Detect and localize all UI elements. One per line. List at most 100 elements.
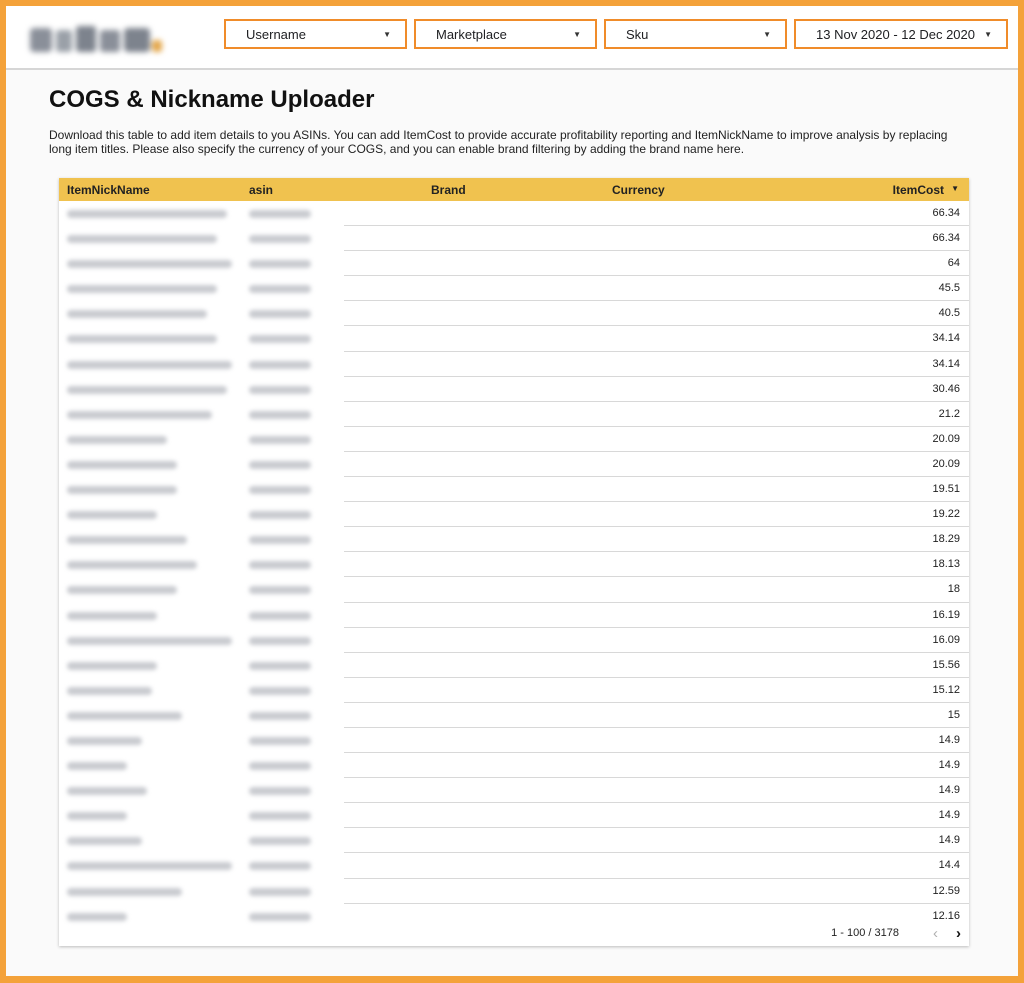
redacted-itemnickname-cell (67, 812, 127, 821)
table-row[interactable]: 20.09 (59, 427, 969, 452)
redacted-asin-cell (249, 360, 311, 369)
itemcost-cell: 16.09 (932, 633, 960, 646)
redacted-itemnickname-cell (67, 661, 157, 670)
itemcost-cell: 18.13 (932, 558, 960, 571)
table-row[interactable]: 34.14 (59, 352, 969, 377)
date-range-picker[interactable]: 13 Nov 2020 - 12 Dec 2020 ▼ (794, 19, 1008, 49)
itemcost-cell: 45.5 (938, 282, 960, 295)
table-row[interactable]: 14.9 (59, 753, 969, 779)
redacted-itemnickname-cell (67, 762, 127, 771)
table-row[interactable]: 14.9 (59, 803, 969, 829)
redacted-asin-cell (249, 285, 311, 294)
column-header-itemnickname[interactable]: ItemNickName (67, 183, 150, 197)
table-row[interactable]: 16.09 (59, 628, 969, 653)
dashboard-frame: Username ▼ Marketplace ▼ Sku ▼ 13 Nov 20… (6, 6, 1018, 976)
column-header-itemcost[interactable]: ItemCost (893, 183, 944, 197)
redacted-asin-cell (249, 711, 311, 720)
table-row[interactable]: 15 (59, 703, 969, 728)
redacted-itemnickname-cell (67, 310, 207, 319)
column-header-currency[interactable]: Currency (612, 183, 665, 197)
redacted-itemnickname-cell (67, 210, 227, 218)
redacted-itemnickname-cell (67, 460, 177, 469)
redacted-asin-cell (249, 235, 311, 244)
table-row[interactable]: 18.13 (59, 552, 969, 578)
table-row[interactable]: 20.09 (59, 452, 969, 478)
redacted-itemnickname-cell (67, 410, 212, 419)
caret-down-icon: ▼ (383, 29, 391, 39)
itemcost-cell: 34.14 (932, 332, 960, 345)
itemcost-cell: 15 (947, 708, 960, 721)
redacted-asin-cell (249, 912, 311, 921)
table-row[interactable]: 15.56 (59, 653, 969, 678)
itemcost-cell: 16.19 (932, 608, 960, 621)
chevron-left-icon[interactable]: ‹ (933, 925, 938, 942)
redacted-itemnickname-cell (67, 235, 217, 244)
table-row[interactable]: 14.9 (59, 728, 969, 754)
itemcost-cell: 20.09 (932, 432, 960, 445)
caret-down-icon: ▼ (763, 29, 771, 39)
itemcost-cell: 15.12 (932, 683, 960, 696)
table-row[interactable]: 18 (59, 577, 969, 603)
username-filter-label: Username (246, 26, 306, 42)
redacted-itemnickname-cell (67, 862, 232, 871)
redacted-itemnickname-cell (67, 912, 127, 921)
column-header-asin[interactable]: asin (249, 183, 273, 197)
table-row[interactable]: 66.34 (59, 226, 969, 252)
table-row[interactable]: 19.51 (59, 477, 969, 503)
itemcost-cell: 19.22 (932, 508, 960, 521)
table-row[interactable]: 19.22 (59, 502, 969, 528)
redacted-itemnickname-cell (67, 511, 157, 520)
itemcost-cell: 15.56 (932, 658, 960, 671)
marketplace-filter-dropdown[interactable]: Marketplace ▼ (414, 19, 597, 49)
cogs-table: ItemNickName asin Brand Currency ItemCos… (59, 178, 969, 946)
pagination: 1 - 100 / 3178 ‹ › (831, 924, 961, 942)
itemcost-cell: 14.9 (938, 784, 960, 797)
brand-logo (26, 20, 166, 60)
table-row[interactable]: 45.5 (59, 276, 969, 302)
table-row[interactable]: 34.14 (59, 326, 969, 352)
redacted-asin-cell (249, 511, 311, 520)
table-row[interactable]: 14.4 (59, 853, 969, 879)
table-row[interactable]: 30.46 (59, 377, 969, 402)
sku-filter-dropdown[interactable]: Sku ▼ (604, 19, 787, 49)
table-row[interactable]: 14.9 (59, 828, 969, 854)
itemcost-cell: 66.34 (932, 207, 960, 219)
redacted-asin-cell (249, 661, 311, 670)
redacted-asin-cell (249, 435, 311, 444)
itemcost-cell: 14.9 (938, 834, 960, 847)
table-row[interactable]: 66.34 (59, 201, 969, 227)
itemcost-cell: 30.46 (932, 382, 960, 395)
table-row[interactable]: 14.9 (59, 778, 969, 804)
redacted-asin-cell (249, 812, 311, 821)
sort-desc-icon[interactable]: ▼ (951, 184, 959, 193)
sku-filter-label: Sku (626, 26, 649, 42)
table-row[interactable]: 15.12 (59, 678, 969, 703)
logo-blurred-image (30, 26, 162, 52)
itemcost-cell: 18 (947, 583, 960, 596)
redacted-itemnickname-cell (67, 285, 217, 294)
itemcost-cell: 64 (947, 257, 960, 270)
redacted-asin-cell (249, 787, 311, 796)
redacted-asin-cell (249, 837, 311, 846)
table-row[interactable]: 40.5 (59, 301, 969, 327)
table-row[interactable]: 12.59 (59, 879, 969, 904)
chevron-right-icon[interactable]: › (956, 925, 961, 942)
itemcost-cell: 14.9 (938, 733, 960, 746)
table-row[interactable]: 64 (59, 251, 969, 277)
pagination-count: 1 - 100 / 3178 (831, 927, 899, 939)
username-filter-dropdown[interactable]: Username ▼ (224, 19, 407, 49)
table-row[interactable]: 21.2 (59, 402, 969, 427)
redacted-asin-cell (249, 762, 311, 771)
itemcost-cell: 21.2 (938, 407, 960, 420)
column-header-brand[interactable]: Brand (431, 183, 466, 197)
table-body: 66.34 66.34 64 45.5 40.5 34.14 34.14 30.46 21.2 2… (59, 201, 969, 929)
redacted-asin-cell (249, 210, 311, 218)
redacted-asin-cell (249, 611, 311, 620)
top-bar: Username ▼ Marketplace ▼ Sku ▼ 13 Nov 20… (6, 6, 1018, 70)
table-row[interactable]: 16.19 (59, 603, 969, 628)
redacted-itemnickname-cell (67, 385, 227, 394)
table-row[interactable]: 18.29 (59, 527, 969, 553)
marketplace-filter-label: Marketplace (436, 26, 507, 42)
redacted-itemnickname-cell (67, 486, 177, 495)
redacted-asin-cell (249, 260, 311, 269)
